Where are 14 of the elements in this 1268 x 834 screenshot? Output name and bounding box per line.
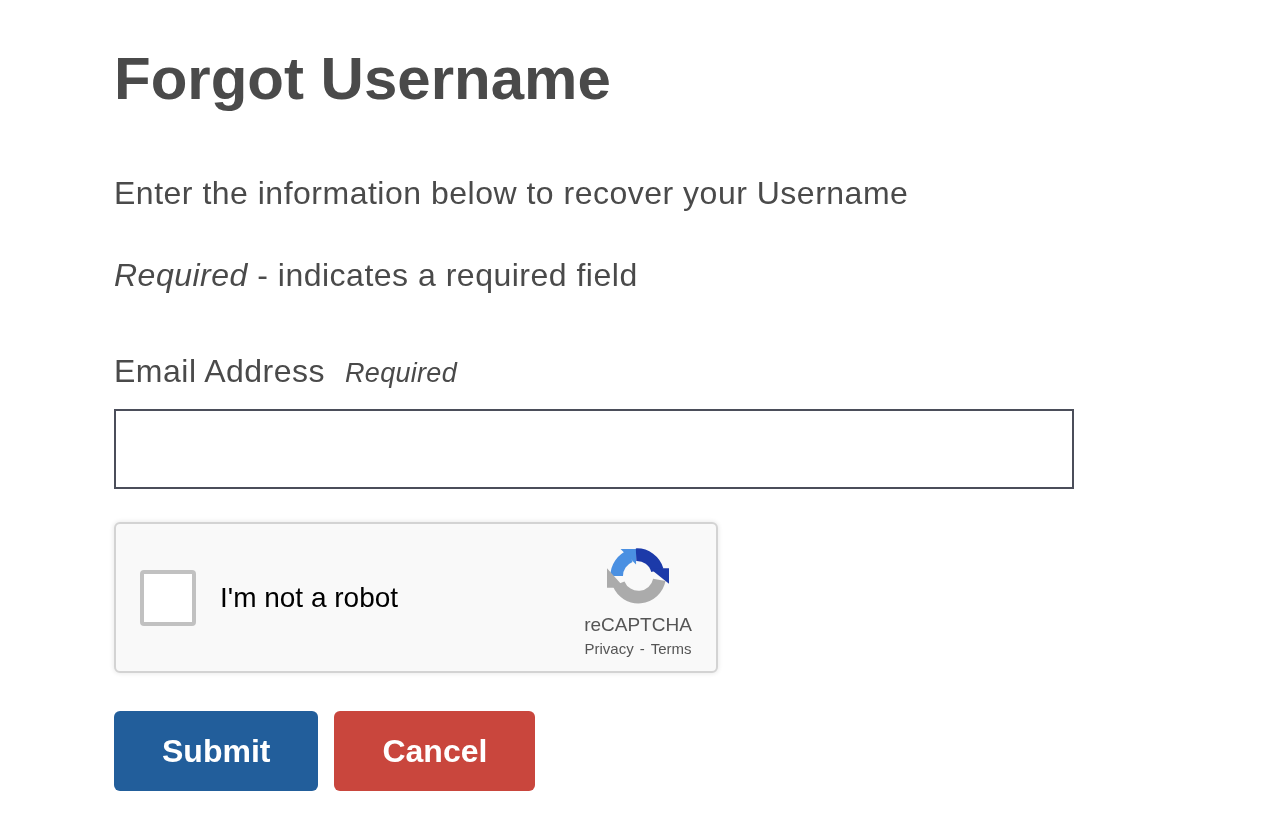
captcha-link[interactable]: Privacy: [584, 640, 634, 658]
intro-text: Enter the information below to recover your Username: [114, 175, 910, 211]
captcha-label: I'm not a robot: [220, 581, 399, 614]
captcha-link[interactable]: Terms: [650, 640, 692, 658]
cancel-button[interactable]: Cancel: [334, 711, 536, 791]
page-title: Forgot Username: [114, 44, 612, 114]
field-label: Email Address: [114, 353, 326, 389]
link-separator: -: [639, 640, 645, 658]
required-note: Required - indicates a required field: [114, 257, 639, 293]
captcha-brand: reCAPTCHA: [584, 614, 692, 636]
required-tag: Required: [345, 355, 457, 391]
email-input[interactable]: [114, 409, 1074, 489]
captcha-checkbox[interactable]: [140, 569, 196, 626]
submit-button[interactable]: Submit: [114, 711, 319, 791]
